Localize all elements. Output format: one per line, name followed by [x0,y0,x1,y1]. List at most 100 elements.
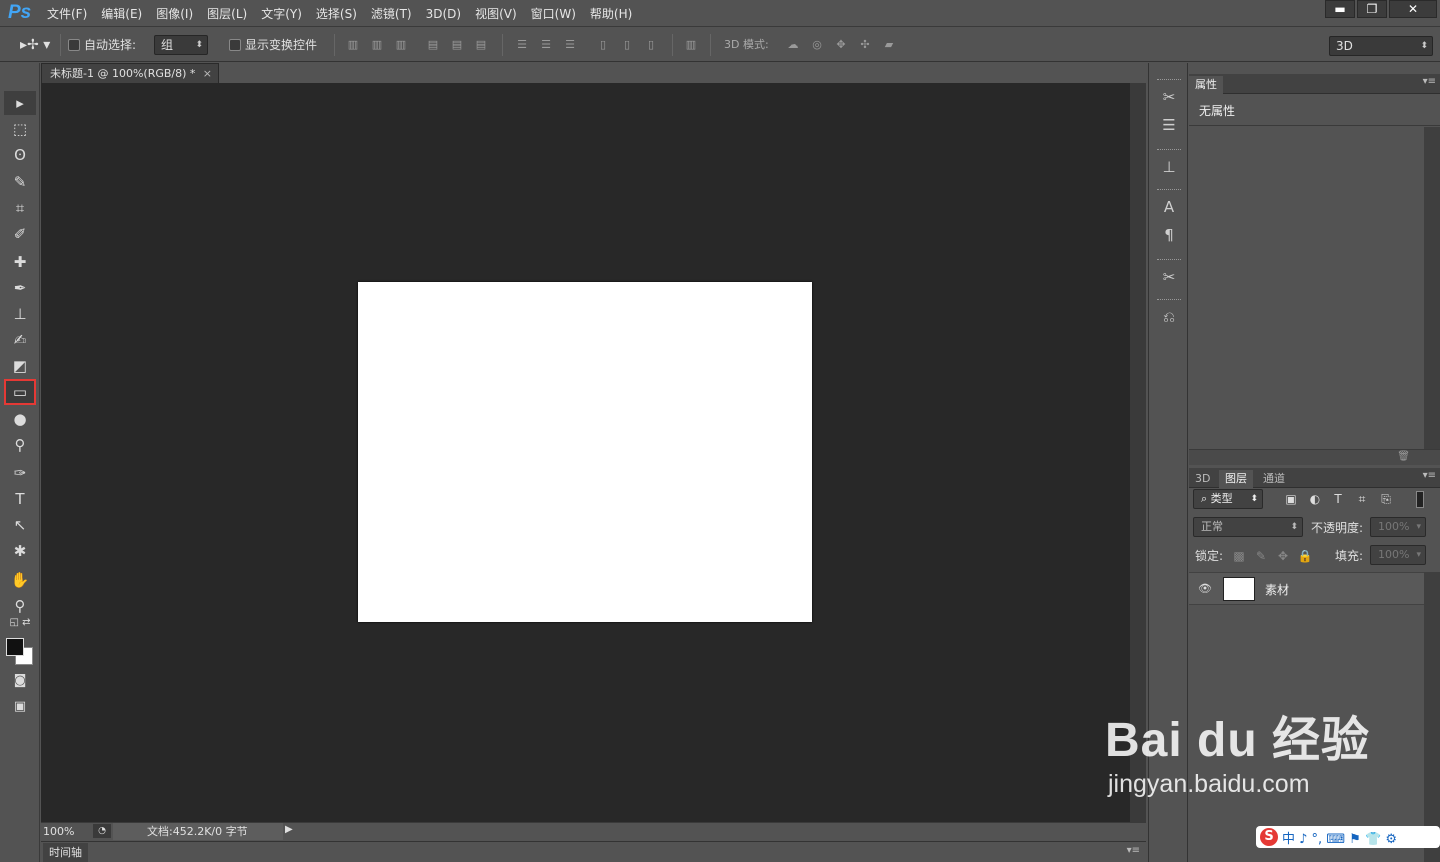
properties-menu-icon[interactable]: ▾≡ [1423,76,1436,87]
layers-scrollbar[interactable] [1424,572,1440,862]
align-vcenter-icon[interactable]: ▥ [370,38,384,52]
swap-colors-icon[interactable]: ◱ ⇄ [4,616,36,630]
layer-item[interactable]: 👁 素材 [1189,572,1424,605]
menu-edit[interactable]: 编辑(E) [94,5,149,23]
paragraph-panel-icon[interactable]: ¶ [1157,223,1181,247]
history-panel-icon[interactable]: ⎌ [1157,305,1181,329]
lock-all-icon[interactable]: 🔒 [1297,548,1313,564]
menu-view[interactable]: 视图(V) [468,5,524,23]
align-right-icon[interactable]: ▤ [474,38,488,52]
timeline-menu-icon[interactable]: ▾≡ [1127,845,1140,856]
menu-3d[interactable]: 3D(D) [419,5,468,23]
character-panel-icon[interactable]: A [1157,195,1181,219]
opacity-input[interactable]: 100% ▾ [1370,517,1426,537]
fill-input[interactable]: 100% ▾ [1370,545,1426,565]
dock-grip[interactable] [1157,79,1181,81]
history-brush-tool-icon[interactable]: ✍ [4,328,36,352]
trash-icon[interactable]: 🗑 [1397,451,1410,462]
show-transform-checkbox[interactable]: 显示变换控件 [229,36,317,54]
shape-tool-icon[interactable]: ✱ [4,539,36,563]
roll-3d-icon[interactable]: ◎ [810,38,824,52]
status-menu-arrow-icon[interactable]: ▶ [285,824,293,835]
move-tool-icon[interactable]: ▸ [4,91,36,115]
screen-mode-icon[interactable]: ▣ [4,695,36,719]
distribute-right-icon[interactable]: ▯ [644,38,658,52]
foreground-color-swatch[interactable] [6,638,24,656]
distribute-left-icon[interactable]: ▯ [596,38,610,52]
timeline-tab[interactable]: 时间轴 [43,843,88,862]
auto-select-dropdown[interactable]: 组 ⬍ [154,35,208,55]
clone-stamp-tool-icon[interactable]: ⊥ [4,302,36,326]
menu-help[interactable]: 帮助(H) [583,5,639,23]
gradient-tool-icon[interactable]: ▭ [4,379,36,405]
dock-grip[interactable] [1157,259,1181,261]
filter-smart-object-icon[interactable]: ⎘ [1378,491,1394,507]
canvas-scrollbar[interactable] [1130,83,1146,822]
zoom-tool-icon[interactable]: ⚲ [4,594,36,618]
hand-tool-icon[interactable]: ✋ [4,568,36,592]
move-tool-preset-icon[interactable]: ▸✢ ▾ [20,36,50,54]
properties-scrollbar[interactable] [1424,127,1440,449]
document-tab-close-icon[interactable]: × [203,64,212,83]
document-tab[interactable]: 未标题-1 @ 100%(RGB/8) * × [41,63,219,83]
brush-settings-icon[interactable]: ☰ [1157,113,1181,137]
orbit-3d-icon[interactable]: ☁ [786,38,800,52]
path-select-tool-icon[interactable]: ↖ [4,513,36,537]
tab-layers[interactable]: 图层 [1219,470,1253,488]
workspace-dropdown[interactable]: 3D ⬍ [1329,36,1433,56]
filter-pixel-icon[interactable]: ▣ [1283,491,1299,507]
align-top-icon[interactable]: ▥ [346,38,360,52]
menu-layer[interactable]: 图层(L) [200,5,254,23]
menu-file[interactable]: 文件(F) [40,5,94,23]
document-canvas[interactable] [358,282,812,622]
filter-toggle[interactable] [1416,491,1424,508]
zoom-level[interactable]: 100% [43,825,74,838]
pan-3d-icon[interactable]: ✥ [834,38,848,52]
align-hcenter-icon[interactable]: ▤ [450,38,464,52]
filter-type-icon[interactable]: T [1330,491,1346,507]
tab-3d[interactable]: 3D [1189,470,1216,488]
blur-tool-icon[interactable]: ● [4,407,36,431]
menu-type[interactable]: 文字(Y) [254,5,309,23]
pen-tool-icon[interactable]: ✑ [4,461,36,485]
ime-toolbar[interactable]: S 中 ♪ °, ⌨ ⚑ 👕 ⚙ [1256,826,1440,848]
auto-align-icon[interactable]: ▥ [684,38,698,52]
distribute-bottom-icon[interactable]: ☰ [563,38,577,52]
dodge-tool-icon[interactable]: ⚲ [4,433,36,457]
type-tool-icon[interactable]: T [4,487,36,511]
layer-filter-dropdown[interactable]: ⌕ 类型 ⬍ [1193,489,1263,509]
quick-mask-icon[interactable]: ◙ [4,669,36,693]
brush-tool-icon[interactable]: ✒ [4,276,36,300]
status-options-icon[interactable]: ◔ [93,824,111,838]
lock-transparent-icon[interactable]: ▩ [1231,548,1247,564]
dock-grip[interactable] [1157,299,1181,301]
tab-properties[interactable]: 属性 [1189,76,1223,94]
filter-shape-icon[interactable]: ⌗ [1354,491,1370,507]
menu-filter[interactable]: 滤镜(T) [364,5,419,23]
distribute-vcenter-icon[interactable]: ☰ [539,38,553,52]
layers-menu-icon[interactable]: ▾≡ [1423,470,1436,481]
eraser-tool-icon[interactable]: ◩ [4,354,36,378]
tab-channels[interactable]: 通道 [1257,470,1291,488]
dock-grip[interactable] [1157,189,1181,191]
menu-select[interactable]: 选择(S) [309,5,364,23]
filter-adjustment-icon[interactable]: ◐ [1307,491,1323,507]
quick-select-tool-icon[interactable]: ✎ [4,170,36,194]
eyedropper-tool-icon[interactable]: ✐ [4,222,36,246]
align-bottom-icon[interactable]: ▥ [394,38,408,52]
dock-grip[interactable] [1157,149,1181,151]
blend-mode-dropdown[interactable]: 正常 ⬍ [1193,517,1303,537]
layer-visibility-eye-icon[interactable]: 👁 [1198,582,1212,595]
minimize-button[interactable]: ▬ [1325,0,1355,18]
clone-source-icon[interactable]: ⊥ [1157,155,1181,179]
scale-3d-icon[interactable]: ▰ [882,38,896,52]
align-left-icon[interactable]: ▤ [426,38,440,52]
close-button[interactable]: ✕ [1389,0,1437,18]
restore-button[interactable]: ❐ [1357,0,1387,18]
crop-tool-icon[interactable]: ⌗ [4,196,36,220]
brush-presets-icon[interactable]: ✂ [1157,85,1181,109]
distribute-top-icon[interactable]: ☰ [515,38,529,52]
menu-image[interactable]: 图像(I) [149,5,200,23]
lock-position-icon[interactable]: ✥ [1275,548,1291,564]
lasso-tool-icon[interactable]: ʘ [4,143,36,167]
